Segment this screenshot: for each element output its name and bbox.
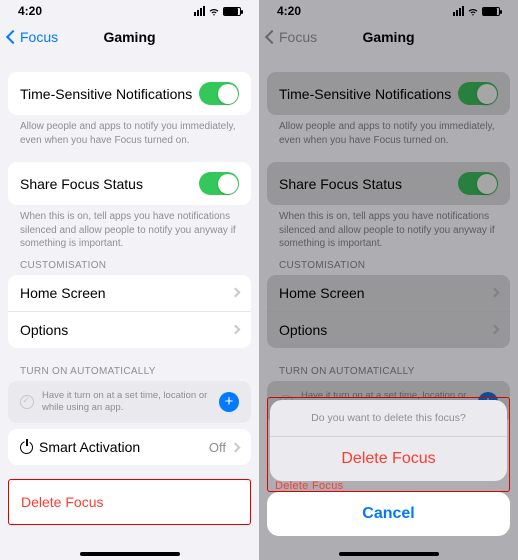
row-label: Share Focus Status xyxy=(20,176,143,192)
chevron-right-icon xyxy=(231,288,241,298)
battery-icon xyxy=(223,7,241,16)
hint-text: Have it turn on at a set time, location … xyxy=(42,390,211,415)
sheet-cancel-button[interactable]: Cancel xyxy=(267,492,510,536)
row-label: Smart Activation xyxy=(39,439,140,455)
highlight-box: Do you want to delete this focus? Delete… xyxy=(267,397,510,492)
wifi-icon xyxy=(208,5,220,17)
row-value: Off xyxy=(209,440,226,455)
check-icon xyxy=(20,395,34,409)
section-header: CUSTOMISATION xyxy=(8,256,251,275)
row-label: Options xyxy=(20,322,68,338)
phone-left: 4:20 Focus Gaming Time-Sensitive Notific… xyxy=(0,0,259,560)
share-status-row[interactable]: Share Focus Status xyxy=(8,162,251,205)
nav-title: Gaming xyxy=(103,29,155,45)
smart-activation-row[interactable]: Smart Activation Off xyxy=(8,429,251,465)
back-button[interactable]: Focus xyxy=(8,29,58,45)
power-icon xyxy=(20,441,33,454)
action-sheet: Do you want to delete this focus? Delete… xyxy=(267,397,510,544)
home-indicator[interactable] xyxy=(80,552,180,556)
toggle-on[interactable] xyxy=(199,82,239,105)
sheet-question: Do you want to delete this focus? xyxy=(270,400,507,437)
chevron-right-icon xyxy=(231,442,241,452)
auto-hint: Have it turn on at a set time, location … xyxy=(8,381,251,424)
toggle-on[interactable] xyxy=(199,172,239,195)
phone-right: 4:20 Focus Gaming Time-Sensitive Notific… xyxy=(259,0,518,560)
chevron-left-icon xyxy=(6,30,20,44)
sheet-delete-button[interactable]: Delete Focus xyxy=(270,437,507,481)
chevron-right-icon xyxy=(231,325,241,335)
status-bar: 4:20 xyxy=(0,0,259,20)
description: Allow people and apps to notify you imme… xyxy=(8,115,251,152)
row-label: Home Screen xyxy=(20,285,106,301)
description: When this is on, tell apps you have noti… xyxy=(8,205,251,256)
delete-label: Delete Focus xyxy=(21,490,103,514)
time-sensitive-row[interactable]: Time-Sensitive Notifications xyxy=(8,72,251,115)
nav-bar: Focus Gaming xyxy=(0,20,259,54)
status-time: 4:20 xyxy=(18,4,42,18)
options-row[interactable]: Options xyxy=(8,312,251,348)
row-label: Time-Sensitive Notifications xyxy=(20,86,192,102)
home-indicator[interactable] xyxy=(339,552,439,556)
home-screen-row[interactable]: Home Screen xyxy=(8,275,251,312)
delete-focus-button[interactable]: Delete Focus xyxy=(9,480,250,524)
highlight-box: Delete Focus xyxy=(8,479,251,525)
back-label: Focus xyxy=(20,29,58,45)
plus-button[interactable]: + xyxy=(219,392,239,412)
section-header: TURN ON AUTOMATICALLY xyxy=(8,362,251,381)
signal-icon xyxy=(194,6,205,16)
